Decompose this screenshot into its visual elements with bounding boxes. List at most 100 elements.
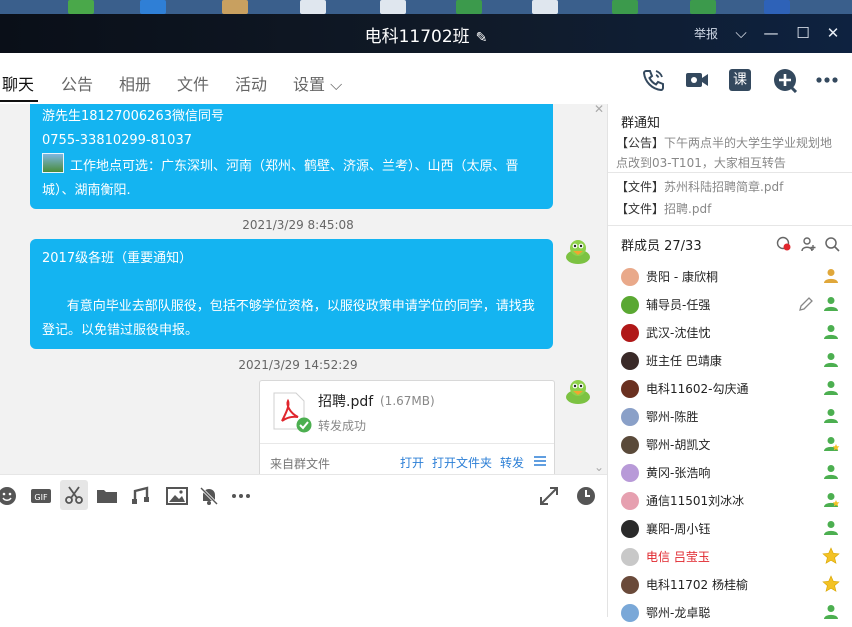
member-row[interactable]: 电科11602-勾庆通 xyxy=(608,375,852,403)
member-avatar[interactable] xyxy=(621,604,639,622)
scroll-down-icon[interactable]: ⌄ xyxy=(594,460,604,474)
member-row[interactable]: 鄂州-陈胜 xyxy=(608,403,852,431)
message-line: 登记。以免错过服役申报。 xyxy=(42,323,199,338)
taskbar-excel-icon[interactable] xyxy=(456,0,482,14)
member-level-icon xyxy=(824,325,838,339)
member-name: 班主任 巴靖康 xyxy=(646,354,722,368)
taskbar-app-icon[interactable] xyxy=(222,0,248,14)
member-avatar[interactable] xyxy=(621,408,639,426)
more-tools-icon[interactable] xyxy=(230,485,252,507)
file-message-card[interactable]: 招聘.pdf (1.67MB) 转发成功 来自群文件 打开 打开文件夹 转发 xyxy=(259,380,555,474)
notice-item[interactable]: 【公告】下午两点半的大学生学业规划地 xyxy=(616,133,846,153)
divider xyxy=(608,172,852,173)
member-level-icon xyxy=(824,353,838,367)
notice-file-item[interactable]: 【文件】苏州科陆招聘简章.pdf xyxy=(616,177,846,197)
member-row[interactable]: 襄阳-周小钰 xyxy=(608,515,852,543)
mute-bell-icon[interactable] xyxy=(198,485,220,507)
member-avatar[interactable] xyxy=(621,380,639,398)
member-row[interactable]: 武汉-沈佳忱 xyxy=(608,319,852,347)
gif-icon[interactable]: GIF xyxy=(30,485,52,507)
member-level-icon xyxy=(824,409,838,423)
taskbar-browser-icon[interactable] xyxy=(140,0,166,14)
member-avatar[interactable] xyxy=(621,436,639,454)
emoji-icon[interactable] xyxy=(0,485,18,507)
member-avatar[interactable] xyxy=(621,352,639,370)
taskbar-app-icon[interactable] xyxy=(532,0,558,14)
member-avatar[interactable] xyxy=(621,296,639,314)
file-name[interactable]: 招聘.pdf xyxy=(318,391,373,411)
message-input[interactable] xyxy=(0,514,607,617)
member-row[interactable]: 电信 吕莹玉 xyxy=(608,543,852,571)
tab-chat[interactable]: 聊天 xyxy=(2,71,34,95)
forward-link[interactable]: 转发 xyxy=(500,454,524,471)
video-icon[interactable] xyxy=(684,67,710,93)
member-avatar[interactable] xyxy=(621,576,639,594)
dropdown-icon[interactable]: ⌵ xyxy=(730,22,752,44)
sender-avatar[interactable] xyxy=(562,377,594,407)
member-filter-icon[interactable] xyxy=(776,236,792,252)
menu-icon[interactable] xyxy=(534,455,546,467)
edit-name-icon[interactable]: ✎ xyxy=(476,30,488,46)
chat-messages-area[interactable]: 游先生18127006263微信同号 0755-33810299-81037 工… xyxy=(0,104,607,474)
image-icon[interactable] xyxy=(166,485,188,507)
tab-activity[interactable]: 活动 xyxy=(235,71,267,95)
sender-avatar[interactable] xyxy=(562,237,594,267)
tab-album[interactable]: 相册 xyxy=(119,71,151,95)
music-icon[interactable] xyxy=(130,485,152,507)
member-row[interactable]: 黄冈-张浩响 xyxy=(608,459,852,487)
taskbar-app-icon[interactable] xyxy=(300,0,326,14)
scissors-icon xyxy=(65,486,83,504)
open-folder-link[interactable]: 打开文件夹 xyxy=(432,454,492,471)
notice-text: 招聘.pdf xyxy=(664,202,712,216)
member-name: 贵阳 - 康欣桐 xyxy=(646,270,718,284)
notice-item[interactable]: 点改到03-T101，大家相互转告 xyxy=(616,153,846,173)
taskbar-app-icon[interactable] xyxy=(68,0,94,14)
folder-icon[interactable] xyxy=(96,485,118,507)
member-avatar[interactable] xyxy=(621,464,639,482)
member-avatar[interactable] xyxy=(621,324,639,342)
open-file-link[interactable]: 打开 xyxy=(400,454,424,471)
taskbar-excel-icon[interactable] xyxy=(612,0,638,14)
tab-announcement[interactable]: 公告 xyxy=(61,71,93,95)
message-bubble[interactable]: 2017级各班（重要通知） 有意向毕业去部队服役，包括不够学位资格，以服役政策申… xyxy=(30,239,553,349)
message-bubble[interactable]: 游先生18127006263微信同号 0755-33810299-81037 工… xyxy=(30,104,553,209)
member-avatar[interactable] xyxy=(621,520,639,538)
phone-icon[interactable] xyxy=(640,67,666,93)
member-avatar[interactable] xyxy=(621,548,639,566)
more-icon[interactable] xyxy=(814,67,840,93)
expand-icon[interactable] xyxy=(538,485,560,507)
close-icon[interactable]: ✕ xyxy=(822,22,844,44)
taskbar-word-icon[interactable] xyxy=(764,0,790,14)
member-avatar[interactable] xyxy=(621,492,639,510)
add-member-icon[interactable] xyxy=(800,236,816,252)
taskbar-app-icon[interactable] xyxy=(380,0,406,14)
image-thumbnail-icon[interactable] xyxy=(42,153,64,173)
class-icon[interactable]: 课 xyxy=(729,69,751,91)
report-button[interactable]: 举报 xyxy=(694,25,718,42)
tab-settings[interactable]: 设置 ⌵ xyxy=(293,71,342,95)
notice-file-item[interactable]: 【文件】招聘.pdf xyxy=(616,199,846,219)
message-line: 0755-33810299-81037 xyxy=(42,133,192,148)
active-tab-indicator xyxy=(0,100,38,102)
member-level-icon xyxy=(824,269,838,283)
close-message-icon[interactable]: ✕ xyxy=(594,104,604,116)
minimize-icon[interactable]: — xyxy=(760,22,782,44)
taskbar-excel-icon[interactable] xyxy=(690,0,716,14)
search-icon[interactable] xyxy=(824,236,840,252)
edit-card-icon[interactable] xyxy=(798,296,814,312)
add-app-icon[interactable] xyxy=(772,67,798,93)
member-level-star-icon xyxy=(824,437,840,451)
member-row[interactable]: 鄂州-龙卓聪 xyxy=(608,599,852,627)
member-row[interactable]: 班主任 巴靖康 xyxy=(608,347,852,375)
member-row[interactable]: 通信11501刘冰冰 xyxy=(608,487,852,515)
member-avatar[interactable] xyxy=(621,268,639,286)
member-row[interactable]: 辅导员-任强 xyxy=(608,291,852,319)
maximize-icon[interactable]: ☐ xyxy=(792,22,814,44)
member-row[interactable]: 电科11702 杨桂榆 xyxy=(608,571,852,599)
screenshot-button[interactable] xyxy=(60,480,88,510)
tab-files[interactable]: 文件 xyxy=(177,71,209,95)
member-name: 辅导员-任强 xyxy=(646,298,711,312)
history-clock-icon[interactable] xyxy=(575,485,597,507)
member-row[interactable]: 鄂州-胡凯文 xyxy=(608,431,852,459)
member-row[interactable]: 贵阳 - 康欣桐 xyxy=(608,263,852,291)
